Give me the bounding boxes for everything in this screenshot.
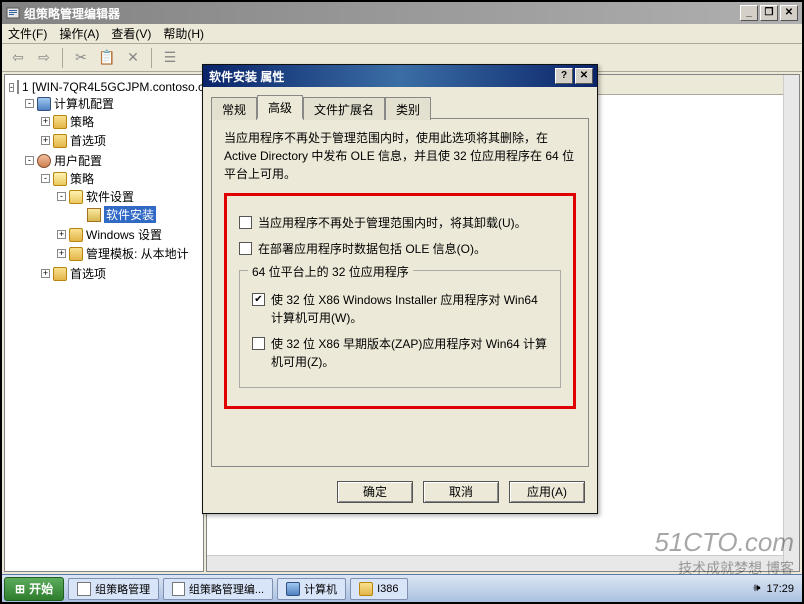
checkbox-ole[interactable] (239, 242, 252, 255)
windows-logo-icon: ⊞ (15, 582, 25, 596)
checkbox-uninstall[interactable] (239, 216, 252, 229)
folder-icon (69, 228, 83, 242)
tree-toggle[interactable]: + (41, 269, 50, 278)
tree-toggle[interactable]: - (9, 83, 14, 92)
tree-toggle[interactable]: + (57, 249, 66, 258)
folder-icon (53, 115, 67, 129)
dialog-tabs: 常规 高级 文件扩展名 类别 (211, 95, 589, 118)
tree-windows-settings[interactable]: Windows 设置 (86, 226, 162, 243)
back-icon[interactable]: ⇦ (8, 48, 28, 68)
separator (62, 48, 63, 68)
policy-icon (17, 80, 19, 94)
task-icon (77, 582, 91, 596)
computer-icon (286, 582, 300, 596)
dialog-titlebar: 软件安装 属性 ? ✕ (203, 65, 597, 87)
close-button[interactable]: ✕ (780, 5, 798, 21)
tree-preferences[interactable]: 首选项 (70, 132, 106, 149)
folder-icon (53, 267, 67, 281)
dialog-buttons: 确定 取消 应用(A) (203, 475, 597, 513)
menu-file[interactable]: 文件(F) (8, 25, 47, 42)
cut-icon[interactable]: ✂ (71, 48, 91, 68)
tree-toggle[interactable]: - (57, 192, 66, 201)
taskbar-item-computer[interactable]: 计算机 (277, 578, 346, 600)
tree-computer-config[interactable]: 计算机配置 (54, 95, 114, 112)
titlebar: 组策略管理编辑器 _ ❐ ✕ (2, 2, 802, 24)
tab-file-extensions[interactable]: 文件扩展名 (303, 97, 385, 120)
horizontal-scrollbar[interactable] (207, 555, 783, 571)
app-icon (6, 6, 20, 20)
start-button[interactable]: ⊞ 开始 (4, 577, 64, 601)
separator (151, 48, 152, 68)
tree-toggle[interactable]: + (57, 230, 66, 239)
dialog-close-button[interactable]: ✕ (575, 68, 593, 84)
folder-open-icon (53, 172, 67, 186)
start-label: 开始 (29, 580, 53, 597)
dialog-title: 软件安装 属性 (207, 68, 555, 85)
folder-open-icon (69, 190, 83, 204)
properties-dialog: 软件安装 属性 ? ✕ 常规 高级 文件扩展名 类别 当应用程序不再处于管理范围… (202, 64, 598, 514)
cancel-button[interactable]: 取消 (423, 481, 499, 503)
user-icon (37, 154, 51, 168)
tab-general[interactable]: 常规 (211, 97, 257, 120)
task-icon (172, 582, 185, 596)
tree-preferences2[interactable]: 首选项 (70, 265, 106, 282)
restore-button[interactable]: ❐ (760, 5, 778, 21)
properties-icon[interactable]: ☰ (160, 48, 180, 68)
folder-icon (69, 247, 83, 261)
tree-software-install[interactable]: 软件安装 (104, 206, 156, 223)
tree-toggle[interactable]: - (25, 99, 34, 108)
tree-user-config[interactable]: 用户配置 (54, 152, 102, 169)
tab-advanced[interactable]: 高级 (257, 95, 303, 119)
ok-button[interactable]: 确定 (337, 481, 413, 503)
delete-icon[interactable]: ✕ (123, 48, 143, 68)
tree-policies[interactable]: 策略 (70, 113, 94, 130)
paste-icon[interactable]: 📋 (97, 48, 117, 68)
groupbox-title: 64 位平台上的 32 位应用程序 (248, 263, 413, 281)
tree-software-settings[interactable]: 软件设置 (86, 188, 134, 205)
package-icon (87, 208, 101, 222)
system-tray[interactable]: 🕪 17:29 (746, 582, 802, 595)
folder-icon (53, 134, 67, 148)
tree-view[interactable]: -1 [WIN-7QR4L5GCJPM.contoso.c -计算机配置 +策略… (4, 74, 204, 572)
computer-icon (37, 97, 51, 111)
checkbox-win64-msi-label: 使 32 位 X86 Windows Installer 应用程序对 Win64… (271, 291, 548, 327)
dialog-help-button[interactable]: ? (555, 68, 573, 84)
folder-icon (359, 582, 373, 596)
minimize-button[interactable]: _ (740, 5, 758, 21)
taskbar-item-gpmc[interactable]: 组策略管理 (68, 578, 159, 600)
tab-panel-advanced: 当应用程序不再处于管理范围内时，使用此选项将其删除，在 Active Direc… (211, 118, 589, 467)
tree-toggle[interactable]: + (41, 136, 50, 145)
taskbar-item-i386[interactable]: I386 (350, 578, 407, 600)
window-title: 组策略管理编辑器 (24, 5, 740, 22)
clock: 17:29 (766, 583, 794, 595)
checkbox-win64-zap[interactable] (252, 337, 265, 350)
menu-help[interactable]: 帮助(H) (163, 25, 204, 42)
checkbox-win64-zap-label: 使 32 位 X86 早期版本(ZAP)应用程序对 Win64 计算机可用(Z)… (271, 335, 548, 371)
tree-admin-templates[interactable]: 管理模板: 从本地计 (86, 245, 189, 262)
tab-category[interactable]: 类别 (385, 97, 431, 120)
menubar: 文件(F) 操作(A) 查看(V) 帮助(H) (2, 24, 802, 44)
tree-root[interactable]: 1 [WIN-7QR4L5GCJPM.contoso.c (22, 80, 204, 94)
menu-action[interactable]: 操作(A) (59, 25, 99, 42)
tree-toggle[interactable]: - (41, 174, 50, 183)
tree-policies2[interactable]: 策略 (70, 170, 94, 187)
menu-view[interactable]: 查看(V) (111, 25, 151, 42)
tree-toggle[interactable]: + (41, 117, 50, 126)
checkbox-ole-label: 在部署应用程序时数据包括 OLE 信息(O)。 (258, 240, 486, 258)
tree-toggle[interactable]: - (25, 156, 34, 165)
tray-icon[interactable]: 🕪 (754, 582, 761, 595)
tab-description: 当应用程序不再处于管理范围内时，使用此选项将其删除，在 Active Direc… (224, 129, 576, 183)
apply-button[interactable]: 应用(A) (509, 481, 585, 503)
taskbar: ⊞ 开始 组策略管理 组策略管理编... 计算机 I386 🕪 17:29 (2, 574, 802, 602)
checkbox-uninstall-label: 当应用程序不再处于管理范围内时，将其卸载(U)。 (258, 214, 527, 232)
taskbar-item-gpedit[interactable]: 组策略管理编... (163, 578, 273, 600)
checkbox-win64-msi[interactable] (252, 293, 265, 306)
groupbox-64bit: 64 位平台上的 32 位应用程序 使 32 位 X86 Windows Ins… (239, 270, 561, 388)
highlight-box: 当应用程序不再处于管理范围内时，将其卸载(U)。 在部署应用程序时数据包括 OL… (224, 193, 576, 409)
vertical-scrollbar[interactable] (783, 75, 799, 571)
forward-icon[interactable]: ⇨ (34, 48, 54, 68)
